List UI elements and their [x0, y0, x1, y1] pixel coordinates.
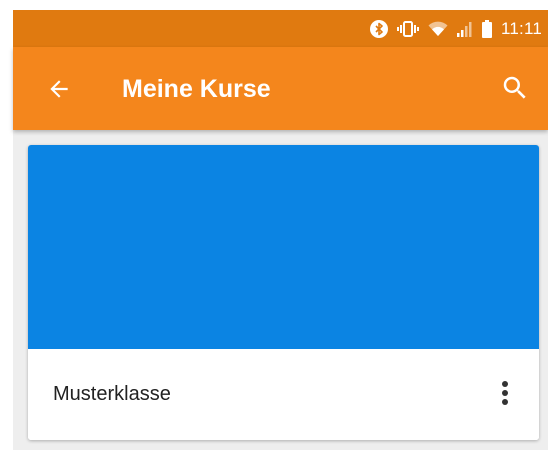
page-title: Meine Kurse [122, 75, 271, 103]
course-menu-button[interactable] [493, 375, 517, 411]
signal-icon [456, 21, 473, 37]
course-name: Musterklasse [53, 383, 171, 405]
course-card-footer: Musterklasse [28, 349, 539, 440]
wifi-icon [428, 21, 448, 37]
status-bar: 11:11 [13, 10, 548, 47]
back-button[interactable] [43, 73, 75, 105]
status-icons: 11:11 [369, 10, 548, 47]
battery-icon [481, 19, 492, 38]
app-screen: 11:11 Meine Kurse Musterklasse [0, 0, 548, 450]
search-button[interactable] [498, 71, 532, 105]
vibrate-icon [396, 20, 419, 38]
course-card[interactable]: Musterklasse [28, 145, 539, 440]
status-time: 11:11 [500, 18, 542, 38]
search-icon [503, 76, 526, 99]
app-bar: Meine Kurse [13, 47, 548, 130]
arrow-back-icon [50, 80, 68, 98]
course-list: Musterklasse [13, 130, 548, 450]
course-banner [28, 145, 539, 349]
more-vert-icon [502, 381, 508, 405]
bluetooth-icon [369, 19, 388, 38]
